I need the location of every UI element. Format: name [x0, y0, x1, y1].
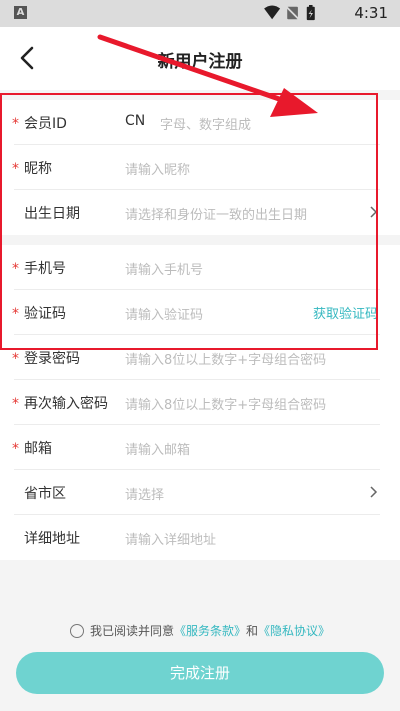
required-mark: *: [12, 396, 19, 412]
clock: 4:31: [354, 4, 388, 22]
password-confirm-label: 再次输入密码: [24, 396, 108, 412]
email-row[interactable]: * 邮箱 请输入邮箱: [0, 425, 400, 470]
status-bar: A 4:31: [0, 0, 400, 27]
agree-radio[interactable]: [69, 624, 84, 638]
chevron-right-icon: [370, 486, 378, 498]
agreement-text: 我已阅读并同意: [89, 624, 174, 638]
email-input[interactable]: 请输入邮箱: [125, 439, 190, 458]
page-title: 新用户注册: [157, 52, 243, 72]
password-input[interactable]: 请输入8位以上数字+字母组合密码: [125, 349, 326, 368]
password-confirm-row[interactable]: * 再次输入密码 请输入8位以上数字+字母组合密码: [0, 380, 400, 425]
privacy-link[interactable]: 《隐私协议》: [258, 624, 330, 638]
password-confirm-input[interactable]: 请输入8位以上数字+字母组合密码: [125, 394, 326, 413]
agreement-and: 和: [246, 624, 259, 638]
address-input[interactable]: 请输入详细地址: [125, 529, 216, 548]
password-label: 登录密码: [24, 351, 80, 367]
submit-button[interactable]: 完成注册: [16, 652, 384, 694]
agreement: 我已阅读并同意《服务条款》和《隐私协议》: [0, 622, 400, 639]
region-picker[interactable]: 请选择: [125, 484, 164, 503]
region-row[interactable]: 省市区 请选择: [0, 470, 400, 515]
wifi-icon: [264, 5, 281, 20]
required-mark: *: [12, 351, 19, 367]
region-label: 省市区: [24, 486, 66, 502]
nav-bar: 新用户注册: [0, 27, 400, 90]
address-label: 详细地址: [24, 531, 80, 547]
required-mark: *: [12, 441, 19, 457]
app-notification-icon: A: [14, 6, 27, 19]
status-icons: [264, 5, 315, 21]
address-row[interactable]: 详细地址 请输入详细地址: [0, 515, 400, 560]
email-label: 邮箱: [24, 441, 52, 457]
terms-link[interactable]: 《服务条款》: [174, 624, 246, 638]
annotation-box: [0, 93, 378, 350]
